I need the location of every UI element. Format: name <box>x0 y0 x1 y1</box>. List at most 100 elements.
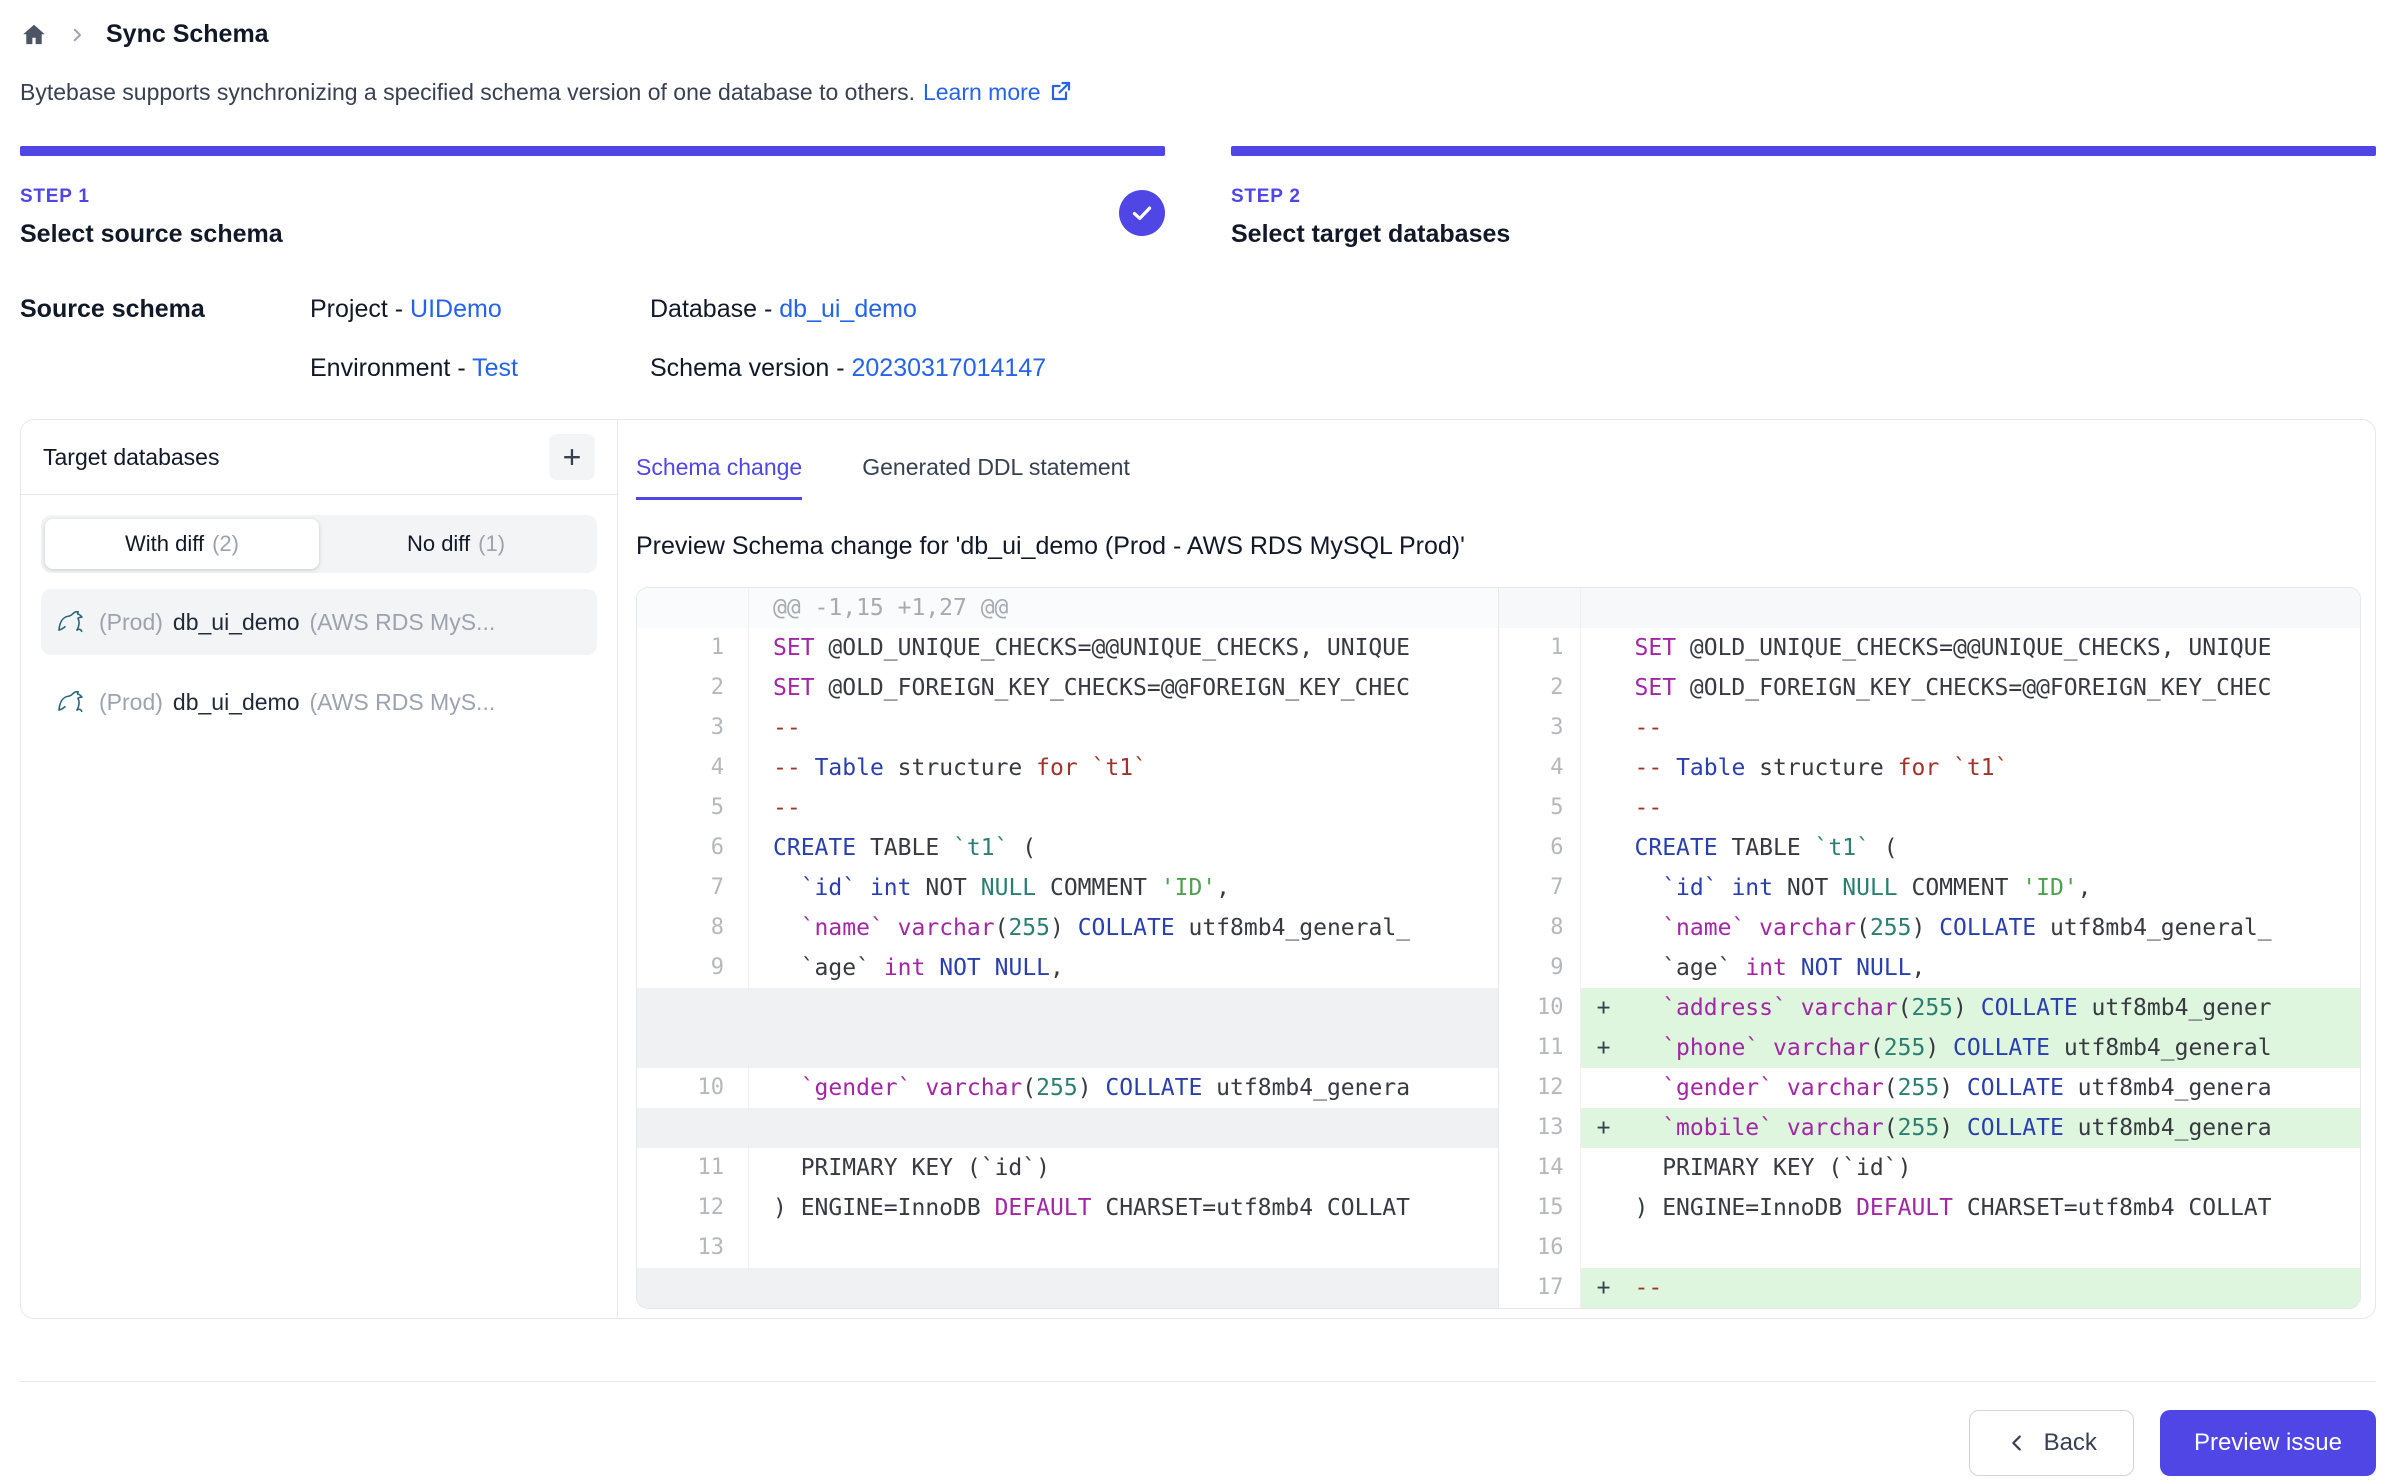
stepper: STEP 1 Select source schema STEP 2 Selec… <box>20 146 2376 249</box>
tab-with-diff[interactable]: With diff(2) <box>45 519 319 569</box>
code-token: -- <box>773 755 801 781</box>
target-panel-title: Target databases <box>43 444 219 471</box>
target-panel-header: Target databases + <box>21 420 617 495</box>
code-token: COLLATE <box>1105 1075 1202 1101</box>
learn-more-label: Learn more <box>923 79 1041 105</box>
diff-marker <box>1581 908 1627 948</box>
code-token: varchar <box>1801 995 1898 1021</box>
line-number: 16 <box>1499 1228 1581 1268</box>
line-number: 15 <box>1499 1188 1581 1228</box>
line-number: 5 <box>637 788 749 828</box>
code-token: @OLD_FOREIGN_KEY_CHECKS=@@FOREIGN_KEY_CH… <box>815 675 1410 701</box>
database-name: db_ui_demo <box>173 609 300 636</box>
step-1-completed-badge <box>1119 190 1165 236</box>
code-token: -- <box>1635 795 1663 821</box>
code-token: 255 <box>1036 1075 1078 1101</box>
code-token: -- <box>773 715 801 741</box>
step-2-label: STEP 2 <box>1231 186 1510 208</box>
line-number: 2 <box>1499 668 1581 708</box>
preview-title: Preview Schema change for 'db_ui_demo (P… <box>636 532 2361 561</box>
code-token <box>1635 955 1663 981</box>
field-separator: - <box>764 295 772 323</box>
line-number: 11 <box>637 1148 749 1188</box>
line-number: 9 <box>1499 948 1581 988</box>
code-token: for <box>1898 755 1940 781</box>
code-line <box>749 1228 1498 1268</box>
code-token: 255 <box>1884 1035 1926 1061</box>
code-line: PRIMARY KEY (`id`) <box>1627 1148 2361 1188</box>
code-token <box>911 1075 925 1101</box>
database-list-item[interactable]: (Prod) db_ui_demo (AWS RDS MyS... <box>41 669 597 735</box>
code-token: varchar <box>1787 1115 1884 1141</box>
code-token: NOT <box>912 875 981 901</box>
code-token: varchar <box>1773 1035 1870 1061</box>
step-2-progress-bar <box>1231 146 2376 156</box>
code-token: utf8mb4_genera <box>2064 1115 2272 1141</box>
code-token: 255 <box>1898 1115 1940 1141</box>
line-number: 10 <box>1499 988 1581 1028</box>
step-2: STEP 2 Select target databases <box>1231 146 2376 249</box>
source-diff-row <box>637 1028 1498 1068</box>
code-token <box>870 955 884 981</box>
code-token: `t1` <box>1092 755 1147 781</box>
code-token: `mobile` <box>1662 1115 1773 1141</box>
code-token: structure <box>1745 755 1897 781</box>
code-line: `gender` varchar(255) COLLATE utf8mb4_ge… <box>749 1068 1498 1108</box>
code-token: `t1` <box>953 835 1008 861</box>
code-line: `mobile` varchar(255) COLLATE utf8mb4_ge… <box>1627 1108 2361 1148</box>
source-diff-row: 11 PRIMARY KEY (`id`) <box>637 1148 1498 1188</box>
back-button[interactable]: Back <box>1969 1410 2134 1476</box>
code-token <box>1787 995 1801 1021</box>
breadcrumb: Sync Schema <box>20 20 2376 49</box>
code-token: `gender` <box>801 1075 912 1101</box>
code-token <box>1635 1075 1663 1101</box>
source-diff-row <box>637 988 1498 1028</box>
project-link[interactable]: UIDemo <box>410 295 502 323</box>
learn-more-link[interactable]: Learn more <box>923 79 1073 105</box>
diff-marker <box>1581 828 1627 868</box>
line-number: 17 <box>1499 1268 1581 1308</box>
code-token: varchar <box>1787 1075 1884 1101</box>
code-token: ( <box>1870 1035 1884 1061</box>
code-token: SET <box>1635 635 1677 661</box>
preview-tabs: Schema change Generated DDL statement <box>636 454 2361 500</box>
code-token: NOT <box>939 955 981 981</box>
diff-filter-tabs: With diff(2) No diff(1) <box>41 515 597 573</box>
preview-issue-button[interactable]: Preview issue <box>2160 1410 2376 1476</box>
source-diff-row: 2SET @OLD_FOREIGN_KEY_CHECKS=@@FOREIGN_K… <box>637 668 1498 708</box>
code-token <box>1635 915 1663 941</box>
code-line: PRIMARY KEY (`id`) <box>749 1148 1498 1188</box>
database-list-item[interactable]: (Prod) db_ui_demo (AWS RDS MyS... <box>41 589 597 655</box>
chevron-right-icon <box>68 26 86 44</box>
code-token: -- <box>773 795 801 821</box>
target-diff-row <box>1499 588 2361 628</box>
code-token: `phone` <box>1662 1035 1759 1061</box>
sync-main-card: Target databases + With diff(2) No diff(… <box>20 419 2376 1319</box>
code-token: -- <box>1635 755 1663 781</box>
home-icon[interactable] <box>20 21 48 49</box>
source-diff-row: 4-- Table structure for `t1` <box>637 748 1498 788</box>
code-token: , <box>1216 875 1230 901</box>
database-link[interactable]: db_ui_demo <box>779 295 917 323</box>
code-token: 255 <box>1898 1075 1940 1101</box>
tab-generated-ddl[interactable]: Generated DDL statement <box>862 454 1130 500</box>
environment-link[interactable]: Test <box>472 354 518 382</box>
code-token <box>773 915 801 941</box>
tab-no-diff[interactable]: No diff(1) <box>319 519 593 569</box>
code-token: CHARSET=utf8mb4 COLLAT <box>1953 1195 2272 1221</box>
code-token: ( <box>1898 995 1912 1021</box>
code-token <box>1939 755 1953 781</box>
source-diff-row: 5 -- <box>637 788 1498 828</box>
diff-pane-target: 1SET @OLD_UNIQUE_CHECKS=@@UNIQUE_CHECKS,… <box>1499 588 2361 1308</box>
code-token: , <box>2078 875 2092 901</box>
schema-version-link[interactable]: 20230317014147 <box>851 354 1046 382</box>
add-target-database-button[interactable]: + <box>549 434 595 480</box>
code-line <box>1627 1228 2361 1268</box>
line-number: 10 <box>637 1068 749 1108</box>
tab-schema-change[interactable]: Schema change <box>636 454 802 500</box>
code-token: `age` <box>801 955 870 981</box>
field-name: Database <box>650 295 757 323</box>
code-token <box>1662 755 1676 781</box>
code-token: utf8mb4_genera <box>1202 1075 1410 1101</box>
code-token: DEFAULT <box>1856 1195 1953 1221</box>
